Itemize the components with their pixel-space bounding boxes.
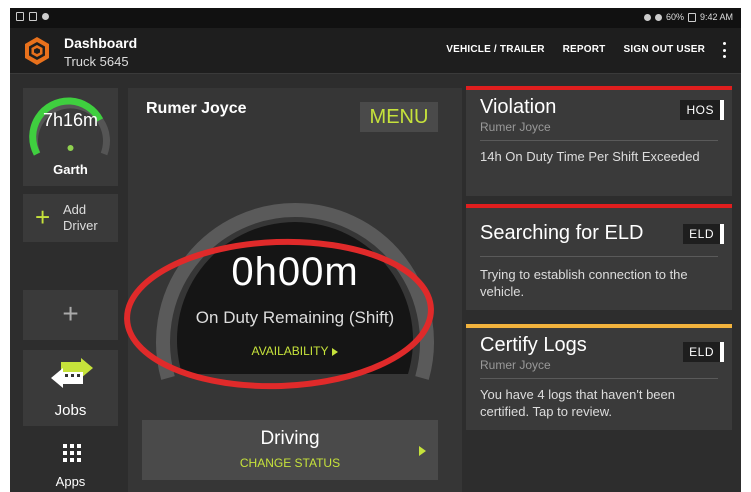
plus-icon: + bbox=[35, 202, 51, 232]
driver-hos-panel: Rumer Joyce MENU 0h00m On Duty Remaining… bbox=[124, 88, 462, 492]
alert-person: Rumer Joyce bbox=[480, 120, 551, 134]
alert-person: Rumer Joyce bbox=[480, 358, 551, 372]
co-driver-card[interactable]: 7h16m Garth bbox=[23, 88, 118, 186]
clock: 9:42 AM bbox=[699, 12, 733, 22]
add-tile-button[interactable]: + bbox=[23, 290, 118, 340]
overflow-menu-icon[interactable] bbox=[723, 42, 727, 58]
battery-level: 60% bbox=[665, 12, 684, 22]
current-status: Driving bbox=[260, 428, 320, 449]
tablet-screen: 60% 9:42 AM Dashboard Truck 5645 VEHICLE… bbox=[10, 8, 741, 492]
change-status-button[interactable]: Driving CHANGE STATUS bbox=[142, 420, 438, 480]
alert-title: Violation bbox=[480, 96, 557, 118]
alert-tag: HOS bbox=[680, 100, 724, 120]
app-icon bbox=[42, 13, 49, 20]
apps-button[interactable]: Apps bbox=[23, 436, 118, 492]
nav-report[interactable]: REPORT bbox=[563, 44, 606, 55]
co-driver-name: Garth bbox=[53, 162, 88, 177]
jobs-icon bbox=[51, 358, 93, 388]
apps-grid-icon bbox=[63, 444, 81, 462]
alert-card-certify-logs[interactable]: Certify Logs Rumer Joyce ELD You have 4 … bbox=[466, 324, 732, 430]
alert-bar bbox=[466, 204, 732, 208]
alert-card-searching-eld[interactable]: Searching for ELD ELD Trying to establis… bbox=[466, 204, 732, 310]
notification-icon bbox=[16, 12, 24, 21]
apps-label: Apps bbox=[55, 474, 86, 489]
nav-vehicle-trailer[interactable]: VEHICLE / TRAILER bbox=[446, 44, 544, 55]
alert-title: Searching for ELD bbox=[480, 222, 644, 244]
jobs-button[interactable]: Jobs bbox=[23, 350, 118, 426]
divider bbox=[480, 140, 718, 141]
alert-body: 14h On Duty Time Per Shift Exceeded bbox=[480, 149, 700, 164]
header-nav: VEHICLE / TRAILER REPORT SIGN OUT USER bbox=[446, 44, 705, 55]
alert-title: Certify Logs bbox=[480, 334, 587, 356]
alert-tag: ELD bbox=[683, 224, 724, 244]
change-status-label: CHANGE STATUS bbox=[239, 456, 341, 470]
location-icon bbox=[643, 13, 651, 21]
app-header: Dashboard Truck 5645 VEHICLE / TRAILER R… bbox=[10, 28, 741, 74]
page-title: Dashboard bbox=[64, 35, 138, 51]
co-driver-time: 7h16m bbox=[42, 110, 99, 130]
alert-tag: ELD bbox=[683, 342, 724, 362]
bluetooth-icon bbox=[654, 13, 662, 21]
app-logo-icon bbox=[25, 37, 49, 65]
alert-card-violation[interactable]: Violation Rumer Joyce HOS 14h On Duty Ti… bbox=[466, 86, 732, 196]
add-driver-label: Add Driver bbox=[63, 202, 98, 233]
alert-bar bbox=[466, 86, 732, 90]
divider bbox=[480, 256, 718, 257]
divider bbox=[480, 378, 718, 379]
sync-icon bbox=[29, 12, 37, 21]
chevron-right-icon bbox=[419, 446, 426, 456]
highlight-circle bbox=[124, 238, 434, 390]
battery-icon bbox=[687, 12, 696, 22]
driver-name: Rumer Joyce bbox=[146, 100, 247, 117]
status-bar: 60% 9:42 AM bbox=[10, 8, 741, 28]
menu-button[interactable]: MENU bbox=[360, 102, 438, 132]
alert-body: You have 4 logs that haven't been certif… bbox=[480, 387, 675, 419]
vehicle-name: Truck 5645 bbox=[64, 54, 129, 69]
nav-sign-out-user[interactable]: SIGN OUT USER bbox=[624, 44, 706, 55]
alert-body: Trying to establish connection to the ve… bbox=[480, 267, 688, 299]
add-driver-button[interactable]: + Add Driver bbox=[23, 194, 118, 242]
alert-bar bbox=[466, 324, 732, 328]
plus-icon: + bbox=[62, 298, 79, 329]
jobs-label: Jobs bbox=[54, 402, 87, 419]
